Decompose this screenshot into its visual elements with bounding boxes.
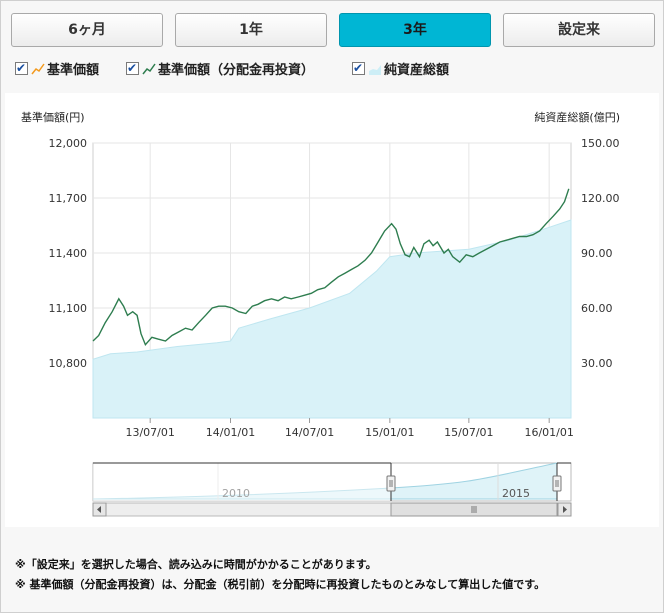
right-tick-label: 90.00 <box>581 247 613 260</box>
legend-label-nav-reinvested: 基準価額（分配金再投資） <box>158 63 315 78</box>
tab-since-inception[interactable]: 設定来 <box>503 13 655 47</box>
legend-item-nav[interactable]: 基準価額 <box>15 58 100 81</box>
period-tabs: 6ヶ月 1年 3年 設定来 <box>11 13 657 47</box>
tab-6-months[interactable]: 6ヶ月 <box>11 13 163 47</box>
right-tick-label: 60.00 <box>581 302 613 315</box>
legend-item-net-assets[interactable]: 純資産総額 <box>352 58 450 81</box>
price-chart: 基準価額(円) 純資産総額(億円) 12,000 11,700 11,400 11,1… <box>21 110 620 517</box>
footnote-reinvested: ※ 基準価額（分配金再投資）は、分配金（税引前）を分配時に再投資したものとみなし… <box>15 578 546 591</box>
x-tick-label: 15/01/01 <box>365 426 414 439</box>
left-tick-label: 11,100 <box>49 302 88 315</box>
tab-3-years[interactable]: 3年 <box>339 13 491 47</box>
footnotes: ※「設定来」を選択した場合、読み込みに時間がかかることがあります。 ※ 基準価額… <box>15 555 655 595</box>
chart-area: 基準価額(円) 純資産総額(億円) 12,000 11,700 11,400 11,1… <box>5 93 659 527</box>
x-tick-label: 14/01/01 <box>206 426 255 439</box>
chart-panel: 6ヶ月 1年 3年 設定来 基準価額 基準価額（分配金再投資） 純資産総額 基準… <box>0 0 664 613</box>
right-tick-label: 150.00 <box>581 137 620 150</box>
x-tick-label: 16/01/01 <box>524 426 573 439</box>
area-fill-icon <box>369 65 381 75</box>
orange-line-icon <box>31 63 45 75</box>
navigator-label-2015: 2015 <box>502 487 530 500</box>
legend-label-nav: 基準価額 <box>47 63 100 78</box>
left-tick-label: 11,400 <box>49 247 88 260</box>
tab-1-year[interactable]: 1年 <box>175 13 327 47</box>
left-tick-label: 10,800 <box>49 357 88 370</box>
x-tick-label: 15/07/01 <box>444 426 493 439</box>
x-tick-label: 14/07/01 <box>285 426 334 439</box>
nav-reinvested-checkbox[interactable] <box>126 58 139 78</box>
navigator-handle[interactable] <box>386 475 396 492</box>
range-navigator[interactable]: 20102015 <box>92 462 572 517</box>
left-tick-label: 12,000 <box>49 137 88 150</box>
navigator-mask <box>93 463 391 501</box>
left-axis-title: 基準価額(円) <box>21 110 85 124</box>
right-axis-title: 純資産総額(億円) <box>534 110 620 124</box>
legend-item-nav-reinvested[interactable]: 基準価額（分配金再投資） <box>126 58 315 81</box>
footnote-loading: ※「設定来」を選択した場合、読み込みに時間がかかることがあります。 <box>15 558 377 571</box>
right-tick-label: 120.00 <box>581 192 620 205</box>
net-assets-checkbox[interactable] <box>352 58 365 78</box>
right-tick-label: 30.00 <box>581 357 613 370</box>
left-tick-label: 11,700 <box>49 192 88 205</box>
nav-checkbox[interactable] <box>15 58 28 78</box>
navigator-handle[interactable] <box>552 475 562 492</box>
series-legend: 基準価額 基準価額（分配金再投資） 純資産総額 <box>15 58 655 81</box>
legend-label-net-assets: 純資産総額 <box>384 63 450 78</box>
x-tick-label: 13/07/01 <box>125 426 174 439</box>
green-line-icon <box>142 63 156 75</box>
